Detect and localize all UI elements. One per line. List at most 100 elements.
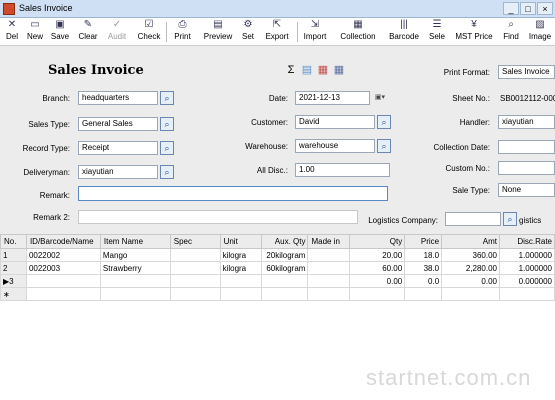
cell-disc-rate[interactable]: 0.000000 <box>499 274 555 288</box>
handler-field[interactable]: xiayutian <box>498 115 555 129</box>
cell-unit[interactable] <box>219 287 263 301</box>
warehouse-field[interactable]: warehouse <box>295 139 375 153</box>
column-header[interactable]: ID/Barcode/Name <box>25 234 101 249</box>
remark2-field[interactable] <box>78 210 358 224</box>
table-row[interactable]: 2 0022003 Strawberry kilogra 60kilogram … <box>0 261 555 275</box>
cell-aux-qty[interactable] <box>261 274 309 288</box>
check-button[interactable]: ☑ Check <box>135 20 163 44</box>
sum-icon[interactable]: Σ <box>285 64 297 76</box>
preview-button[interactable]: ▤ Preview <box>200 20 236 44</box>
warehouse-search-icon[interactable]: ⌕ <box>377 139 391 153</box>
branch-search-icon[interactable]: ⌕ <box>160 91 174 105</box>
column-header[interactable]: Price <box>404 234 443 249</box>
column-header[interactable]: Made in <box>307 234 351 249</box>
cell-made-in[interactable] <box>307 248 351 262</box>
deliveryman-field[interactable]: xiayutian <box>78 165 158 179</box>
cell-qty[interactable] <box>349 287 406 301</box>
cell-price[interactable]: 38.0 <box>404 261 443 275</box>
cell-amt[interactable]: 360.00 <box>441 248 500 262</box>
cell-qty[interactable]: 60.00 <box>349 261 406 275</box>
column-header[interactable]: Qty <box>349 234 406 249</box>
table-row[interactable]: ∗ <box>0 287 555 301</box>
cell-made-in[interactable] <box>307 261 351 275</box>
barcode-button[interactable]: ||| Barcode <box>386 20 422 44</box>
sheet-icon[interactable]: ▦ <box>317 64 329 76</box>
cell-spec[interactable] <box>169 261 221 275</box>
cell-amt[interactable]: 0.00 <box>441 274 500 288</box>
del-button[interactable]: ✕ Del <box>3 20 21 44</box>
customer-field[interactable]: David <box>295 115 375 129</box>
sales-type-search-icon[interactable]: ⌕ <box>160 117 174 131</box>
column-header[interactable]: Aux. Qty <box>261 234 309 249</box>
column-header[interactable]: Amt <box>441 234 500 249</box>
cell-price[interactable] <box>404 287 443 301</box>
sales-type-field[interactable]: General Sales <box>78 117 158 131</box>
date-field[interactable]: 2021-12-13 <box>295 91 370 105</box>
cell-unit[interactable]: kilogra <box>219 248 263 262</box>
custom-no-field[interactable] <box>498 161 555 175</box>
new-button[interactable]: ▭ New <box>25 20 45 44</box>
cell-id[interactable]: 0022002 <box>25 248 101 262</box>
cell-price[interactable]: 18.0 <box>404 248 443 262</box>
column-header[interactable]: No. <box>0 234 27 249</box>
cell-qty[interactable]: 20.00 <box>349 248 406 262</box>
cell-amt[interactable] <box>441 287 500 301</box>
set-button[interactable]: ⚙ Set <box>239 20 257 44</box>
cell-id[interactable] <box>25 287 101 301</box>
cell-made-in[interactable] <box>307 287 351 301</box>
cell-aux-qty[interactable] <box>261 287 309 301</box>
calendar-dropdown-icon[interactable]: ▣▾ <box>370 92 390 104</box>
cell-qty[interactable]: 0.00 <box>349 274 406 288</box>
logistics-company-field[interactable] <box>445 212 501 226</box>
cell-item-name[interactable]: Strawberry <box>99 261 171 275</box>
record-type-field[interactable]: Receipt <box>78 141 158 155</box>
print-button[interactable]: ⎙ Print <box>170 20 195 44</box>
list-icon[interactable]: ▤ <box>301 64 313 76</box>
audit-button[interactable]: ✓ Audit <box>104 20 130 44</box>
mst-price-button[interactable]: ¥ MST Price <box>452 20 496 44</box>
cell-item-name[interactable] <box>99 274 171 288</box>
export-button[interactable]: ⇱ Export <box>261 20 293 44</box>
collection-button[interactable]: ▦ Collection <box>334 20 382 44</box>
cell-disc-rate[interactable] <box>499 287 555 301</box>
cell-aux-qty[interactable]: 20kilogram <box>261 248 309 262</box>
column-header[interactable]: Unit <box>219 234 263 249</box>
deliveryman-search-icon[interactable]: ⌕ <box>160 165 174 179</box>
cell-id[interactable] <box>25 274 101 288</box>
customer-search-icon[interactable]: ⌕ <box>377 115 391 129</box>
close-button[interactable]: × <box>537 2 553 15</box>
sale-type-select[interactable]: None <box>498 183 555 197</box>
cell-price[interactable]: 0.0 <box>404 274 443 288</box>
cell-unit[interactable]: kilogra <box>219 261 263 275</box>
cell-spec[interactable] <box>169 287 221 301</box>
cell-unit[interactable] <box>219 274 263 288</box>
cell-id[interactable]: 0022003 <box>25 261 101 275</box>
column-header[interactable]: Item Name <box>99 234 171 249</box>
branch-field[interactable]: headquarters <box>78 91 158 105</box>
cell-item-name[interactable] <box>99 287 171 301</box>
cell-amt[interactable]: 2,280.00 <box>441 261 500 275</box>
cell-spec[interactable] <box>169 274 221 288</box>
column-header[interactable]: Spec <box>169 234 221 249</box>
print-format-select[interactable]: Sales Invoice <box>498 65 555 79</box>
maximize-button[interactable]: □ <box>520 2 536 15</box>
cell-disc-rate[interactable]: 1.000000 <box>499 248 555 262</box>
cell-disc-rate[interactable]: 1.000000 <box>499 261 555 275</box>
record-type-search-icon[interactable]: ⌕ <box>160 141 174 155</box>
sele-button[interactable]: ☰ Sele <box>426 20 448 44</box>
cell-item-name[interactable]: Mango <box>99 248 171 262</box>
column-header[interactable]: Disc.Rate <box>499 234 555 249</box>
table-row[interactable]: ▶3 0.00 0.0 0.00 0.000000 <box>0 274 555 288</box>
all-disc-field[interactable]: 1.00 <box>295 163 390 177</box>
collection-date-field[interactable] <box>498 140 555 154</box>
cell-aux-qty[interactable]: 60kilogram <box>261 261 309 275</box>
minimize-button[interactable]: _ <box>503 2 519 15</box>
logistics-search-icon[interactable]: ⌕ <box>503 212 517 226</box>
import-button[interactable]: ⇲ Import <box>300 20 330 44</box>
clear-button[interactable]: ✎ Clear <box>75 20 101 44</box>
cell-spec[interactable] <box>169 248 221 262</box>
cell-made-in[interactable] <box>307 274 351 288</box>
image-button[interactable]: ▨ Image <box>526 20 554 44</box>
table-row[interactable]: 1 0022002 Mango kilogra 20kilogram 20.00… <box>0 248 555 262</box>
calendar-icon[interactable]: ▦ <box>333 64 345 76</box>
